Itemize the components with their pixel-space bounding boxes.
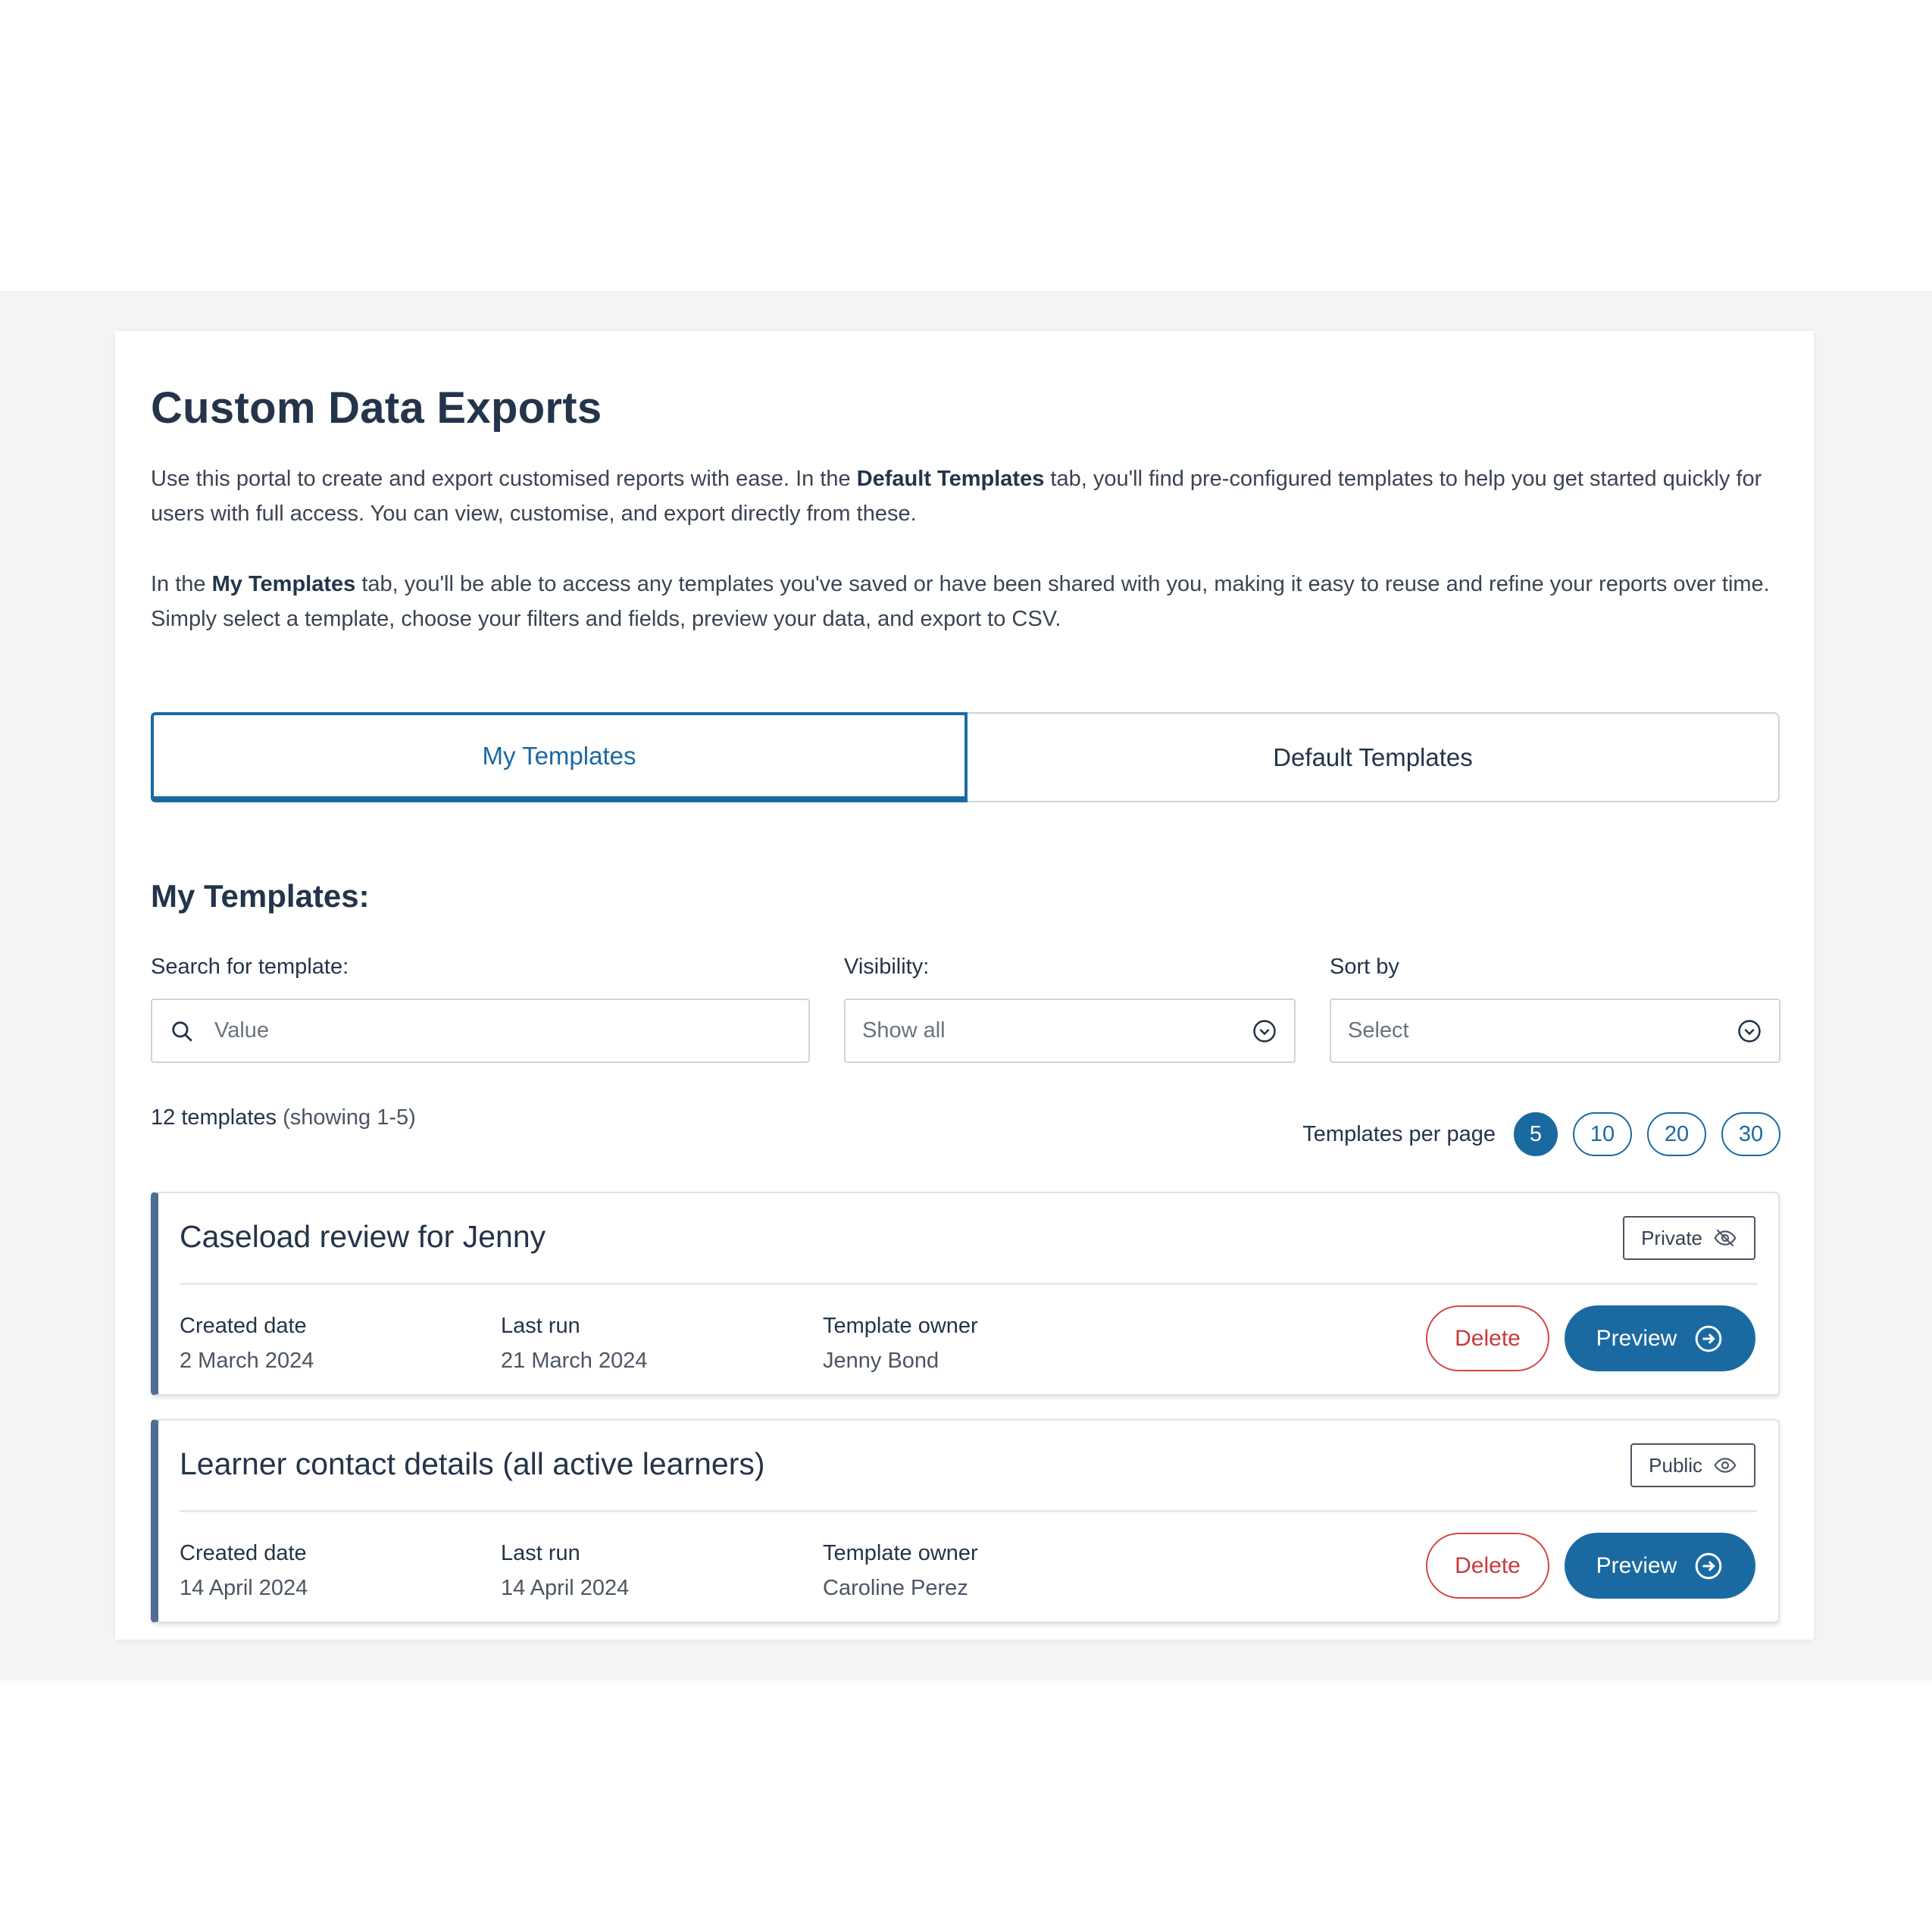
per-page-option-10[interactable]: 10 bbox=[1573, 1112, 1632, 1156]
chevron-down-icon bbox=[1253, 1019, 1276, 1043]
last-run: Last run 21 March 2024 bbox=[501, 1314, 648, 1373]
page-title: Custom Data Exports bbox=[151, 383, 602, 433]
template-owner: Template owner Jenny Bond bbox=[823, 1314, 978, 1373]
tab-my-templates[interactable]: My Templates bbox=[151, 712, 968, 802]
search-label: Search for template: bbox=[151, 955, 349, 979]
search-placeholder: Value bbox=[214, 1018, 270, 1043]
template-card: Learner contact details (all active lear… bbox=[151, 1419, 1780, 1623]
created-date: Created date 2 March 2024 bbox=[180, 1314, 314, 1373]
template-card: Caseload review for Jenny Private Create… bbox=[151, 1192, 1780, 1396]
visibility-badge: Private bbox=[1623, 1216, 1755, 1260]
eye-icon bbox=[1714, 1458, 1737, 1473]
template-owner: Template owner Caroline Perez bbox=[823, 1541, 978, 1600]
card-divider bbox=[180, 1283, 1757, 1285]
sort-label: Sort by bbox=[1330, 955, 1399, 979]
section-title: My Templates: bbox=[151, 878, 370, 914]
intro-paragraph-2: In the My Templates tab, you'll be able … bbox=[151, 572, 1770, 631]
delete-button[interactable]: Delete bbox=[1426, 1533, 1549, 1599]
last-run: Last run 14 April 2024 bbox=[501, 1541, 630, 1600]
per-page-label: Templates per page bbox=[1302, 1121, 1496, 1146]
chevron-down-icon bbox=[1738, 1019, 1761, 1043]
preview-button[interactable]: Preview bbox=[1565, 1305, 1755, 1371]
sort-select[interactable]: Select bbox=[1330, 999, 1780, 1063]
template-title: Learner contact details (all active lear… bbox=[180, 1446, 765, 1481]
eye-off-icon bbox=[1714, 1229, 1737, 1247]
created-date: Created date 14 April 2024 bbox=[180, 1541, 308, 1600]
sort-value: Select bbox=[1348, 1018, 1409, 1043]
per-page-selector: Templates per page 5 10 20 30 bbox=[1302, 1112, 1780, 1156]
visibility-badge: Public bbox=[1630, 1443, 1755, 1487]
delete-button[interactable]: Delete bbox=[1426, 1305, 1549, 1371]
arrow-right-circle-icon bbox=[1696, 1552, 1722, 1579]
search-input[interactable]: Value bbox=[151, 999, 810, 1063]
visibility-label: Visibility: bbox=[844, 955, 930, 979]
visibility-select[interactable]: Show all bbox=[844, 999, 1296, 1063]
per-page-option-30[interactable]: 30 bbox=[1721, 1112, 1780, 1156]
per-page-option-20[interactable]: 20 bbox=[1647, 1112, 1706, 1156]
intro-paragraph-1: Use this portal to create and export cus… bbox=[151, 467, 1762, 526]
search-icon bbox=[172, 1021, 192, 1042]
card-divider bbox=[180, 1510, 1757, 1512]
arrow-right-circle-icon bbox=[1696, 1325, 1722, 1352]
preview-button[interactable]: Preview bbox=[1565, 1533, 1755, 1599]
per-page-option-5[interactable]: 5 bbox=[1514, 1112, 1558, 1156]
visibility-value: Show all bbox=[862, 1018, 946, 1043]
main-card: Custom Data Exports Use this portal to c… bbox=[115, 331, 1814, 1640]
tab-default-templates[interactable]: Default Templates bbox=[968, 714, 1778, 801]
results-count: 12 templates (showing 1-5) bbox=[151, 1105, 416, 1130]
template-title: Caseload review for Jenny bbox=[180, 1219, 546, 1254]
template-tabs: My Templates Default Templates bbox=[151, 712, 1780, 802]
